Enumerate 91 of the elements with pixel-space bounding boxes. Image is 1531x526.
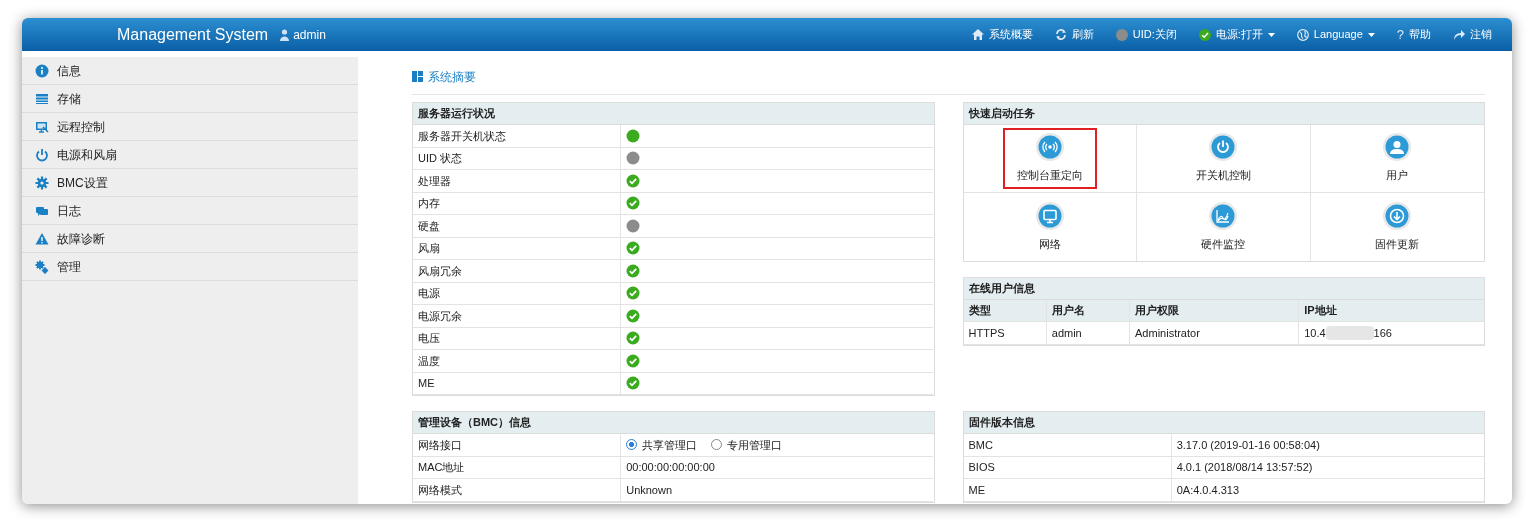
- sidebar-item[interactable]: 电源和风扇: [22, 141, 358, 169]
- user-icon: [280, 28, 290, 41]
- nav-link[interactable]: ? 帮助: [1396, 24, 1431, 45]
- column-header: 类型: [963, 300, 1047, 322]
- table-cell: 00:00:00:00:00:00: [621, 456, 934, 479]
- task-label: 固件更新: [1375, 236, 1420, 252]
- task-label: 网络: [1038, 236, 1061, 252]
- sidebar-item[interactable]: BMC设置: [22, 169, 358, 197]
- help-icon: ?: [1396, 24, 1404, 45]
- panel-header: 服务器运行状况: [413, 103, 934, 125]
- sidebar-item[interactable]: 故障诊断: [22, 225, 358, 253]
- nav-link[interactable]: Language: [1296, 26, 1375, 43]
- username-label: admin: [293, 26, 326, 44]
- page-title: 系统摘要: [428, 68, 476, 86]
- home-icon: [971, 29, 984, 40]
- power-icon: [1209, 133, 1238, 162]
- panel-header: 在线用户信息: [963, 278, 1484, 300]
- table-cell: ME: [413, 372, 622, 395]
- task-label: 用户: [1386, 168, 1409, 184]
- panel-header: 管理设备（BMC）信息: [413, 412, 934, 434]
- table-cell: HTTPS: [963, 322, 1047, 345]
- panel-header: 固件版本信息: [963, 412, 1484, 434]
- sidebar-item[interactable]: 日志: [22, 197, 358, 225]
- quick-task-link[interactable]: 硬件监控: [1187, 196, 1260, 258]
- table-cell: 3.17.0 (2019-01-16 00:58:04): [1171, 434, 1484, 457]
- table-cell: BMC: [963, 434, 1172, 457]
- table-cell: 处理器: [413, 170, 622, 193]
- nav-link[interactable]: 刷新: [1054, 26, 1094, 43]
- column-header: 用户权限: [1130, 300, 1300, 322]
- task-label: 控制台重定向: [1016, 168, 1083, 184]
- table-cell: 风扇: [413, 237, 622, 260]
- broadcast-icon: [1035, 133, 1064, 162]
- app-title: Management System: [117, 24, 269, 45]
- sidebar-item[interactable]: 信息: [22, 57, 358, 85]
- globe-icon: [1296, 28, 1309, 41]
- gear-icon: [35, 259, 49, 274]
- quick-task-link[interactable]: 控制台重定向: [1002, 128, 1097, 189]
- quick-task-link[interactable]: 开关机控制: [1181, 128, 1265, 189]
- table-cell: 服务器开关机状态: [413, 125, 622, 148]
- table-cell: ME: [963, 479, 1172, 502]
- table-cell: Administrator: [1130, 322, 1300, 345]
- table-cell: Unknown: [621, 479, 934, 502]
- sidebar-item[interactable]: 远程控制: [22, 113, 358, 141]
- gear-icon: [35, 175, 49, 190]
- table-cell: 网络模式: [413, 479, 622, 502]
- table-cell: 4.0.1 (2018/08/14 13:57:52): [1171, 456, 1484, 479]
- table-cell: 风扇冗余: [413, 260, 622, 283]
- info-icon: [35, 63, 49, 78]
- table-cell: 电源冗余: [413, 305, 622, 328]
- quick-task-link[interactable]: 固件更新: [1361, 196, 1434, 258]
- status-dot-icon: [1115, 28, 1128, 41]
- task-label: 硬件监控: [1201, 236, 1246, 252]
- column-header: 用户名: [1046, 300, 1131, 322]
- nav-link[interactable]: UID:关闭: [1115, 26, 1177, 43]
- share-icon: [1453, 29, 1465, 40]
- column-header: IP地址: [1299, 300, 1484, 322]
- power-icon: [35, 147, 49, 162]
- quick-task-link[interactable]: 网络: [1021, 196, 1078, 258]
- table-cell: UID 状态: [413, 147, 622, 170]
- nav-link[interactable]: 电源:打开: [1198, 26, 1275, 43]
- warning-icon: [35, 231, 49, 246]
- table-cell: 网络接口: [413, 434, 622, 457]
- nav-link[interactable]: 注销: [1453, 26, 1492, 43]
- nav-link[interactable]: 系统概要: [971, 26, 1033, 43]
- radio-option[interactable]: 专用管理口: [711, 436, 783, 453]
- table-cell: BIOS: [963, 456, 1172, 479]
- table-cell: 温度: [413, 350, 622, 373]
- sidebar-item[interactable]: 存储: [22, 85, 358, 113]
- monitor-icon: [35, 119, 49, 134]
- table-cell: admin: [1046, 322, 1131, 345]
- user-icon: [1383, 133, 1412, 162]
- table-cell: 内存: [413, 192, 622, 215]
- radio-option[interactable]: 共享管理口: [626, 436, 698, 453]
- sidebar-item[interactable]: 管理: [22, 253, 358, 281]
- task-label: 开关机控制: [1195, 168, 1251, 184]
- check-icon: [1198, 28, 1211, 41]
- grid-icon: [412, 71, 423, 82]
- table-icon: [35, 91, 49, 106]
- table-cell: 硬盘: [413, 215, 622, 238]
- ip-text: 166: [1373, 325, 1392, 341]
- download-icon: [1383, 201, 1412, 230]
- chart-icon: [1209, 201, 1238, 230]
- panel-header: 快速启动任务: [963, 103, 1484, 125]
- monitor-icon: [1035, 201, 1064, 230]
- quick-task-link[interactable]: 用户: [1369, 128, 1426, 189]
- refresh-icon: [1054, 29, 1067, 40]
- table-cell: 电源: [413, 282, 622, 305]
- table-cell: 电压: [413, 327, 622, 350]
- ip-text: 10.4: [1304, 325, 1326, 341]
- table-cell: MAC地址: [413, 456, 622, 479]
- table-cell: 0A:4.0.4.313: [1171, 479, 1484, 502]
